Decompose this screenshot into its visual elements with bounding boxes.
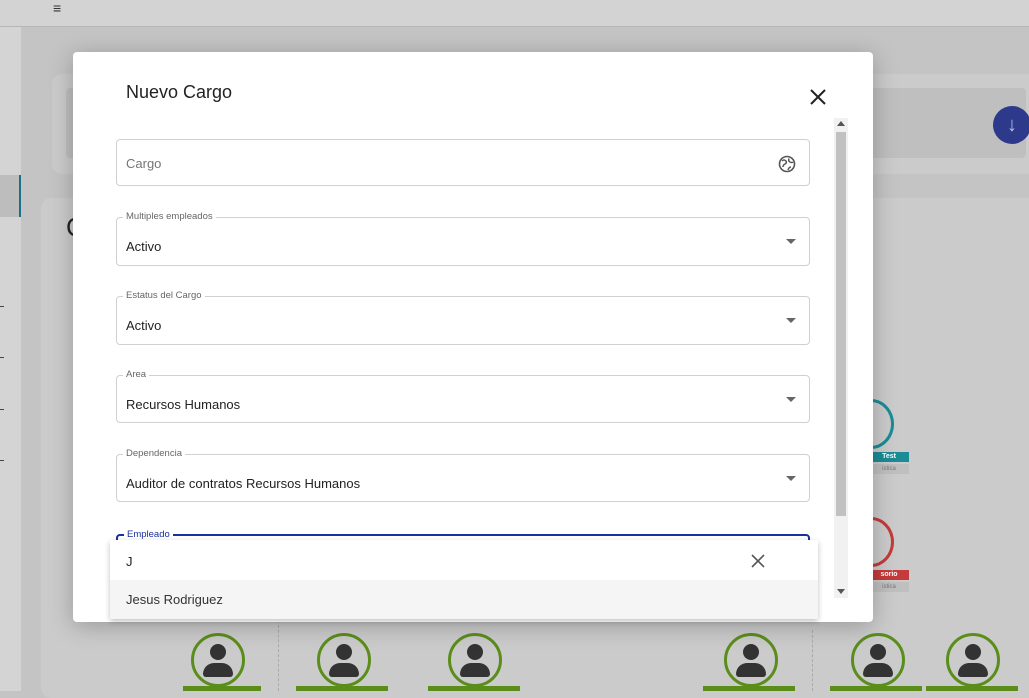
area-value: Recursos Humanos [126,397,241,412]
chevron-down-icon[interactable] [786,239,796,244]
org-node-avatar[interactable] [191,633,245,687]
chevron-down-icon[interactable] [786,318,796,323]
dropdown-option[interactable]: Jesus Rodriguez [110,580,818,619]
cargo-placeholder: Cargo [126,156,162,171]
chevron-down-icon[interactable] [786,476,796,481]
org-node-bar [296,686,388,691]
org-node-bar [183,686,261,691]
arrow-down-icon[interactable]: ↓ [993,106,1029,144]
position-status-select[interactable]: Estatus del Cargo Activo [116,290,810,345]
org-node-avatar[interactable] [317,633,371,687]
position-status-value: Activo [126,318,162,333]
dependency-select[interactable]: Dependencia Auditor de contratos Recurso… [116,448,810,502]
top-app-bar: ≡ [0,0,1029,27]
dialog-title: Nuevo Cargo [126,82,233,102]
employee-search-row [110,540,818,580]
employee-label: Empleado [124,529,173,540]
clear-icon[interactable] [750,553,766,569]
multiple-employees-select[interactable]: Multiples empleados Activo [116,211,810,266]
scroll-up-icon[interactable] [837,121,845,126]
sidebar-item[interactable] [0,409,4,410]
chevron-down-icon[interactable] [786,397,796,402]
dialog-scrollbar[interactable] [834,118,848,598]
area-select[interactable]: Area Recursos Humanos [116,369,810,423]
menu-icon[interactable]: ≡ [53,0,61,16]
org-connector [812,630,813,691]
org-node-avatar[interactable] [851,633,905,687]
org-node-bar [926,686,1018,691]
employee-dropdown-panel: Jesus Rodriguez [110,540,818,619]
sidebar-item[interactable] [0,306,4,307]
dependency-value: Auditor de contratos Recursos Humanos [126,476,361,491]
cargo-field[interactable]: Cargo [116,139,810,186]
multiple-employees-label: Multiples empleados [123,211,216,222]
org-node-sublabel: istica [869,464,909,474]
close-icon[interactable] [807,86,829,108]
org-node-bar [703,686,795,691]
area-label: Area [123,369,150,380]
org-node-avatar[interactable] [724,633,778,687]
org-node-avatar[interactable] [448,633,502,687]
sidebar-item[interactable] [0,460,4,461]
new-position-dialog: Nuevo Cargo Cargo Multiples empleados Ac… [73,52,873,622]
org-node-sublabel: istica [869,582,909,592]
scroll-down-icon[interactable] [837,589,845,594]
sidebar [0,27,21,691]
sidebar-item[interactable] [0,357,4,358]
multiple-employees-value: Activo [126,239,162,254]
org-node-label: Test [869,452,909,462]
dropdown-option-label: Jesus Rodriguez [126,592,223,607]
org-node-bar [428,686,520,691]
dependency-label: Dependencia [123,448,185,459]
employee-search-input[interactable] [126,551,726,571]
org-connector [278,620,279,691]
scrollbar-thumb[interactable] [836,132,846,516]
org-node-avatar[interactable] [946,633,1000,687]
org-node-label: sorio [869,570,909,580]
org-node-bar [830,686,922,691]
sidebar-active-item[interactable] [0,175,21,217]
position-status-label: Estatus del Cargo [123,290,205,301]
globe-icon[interactable] [778,155,796,178]
